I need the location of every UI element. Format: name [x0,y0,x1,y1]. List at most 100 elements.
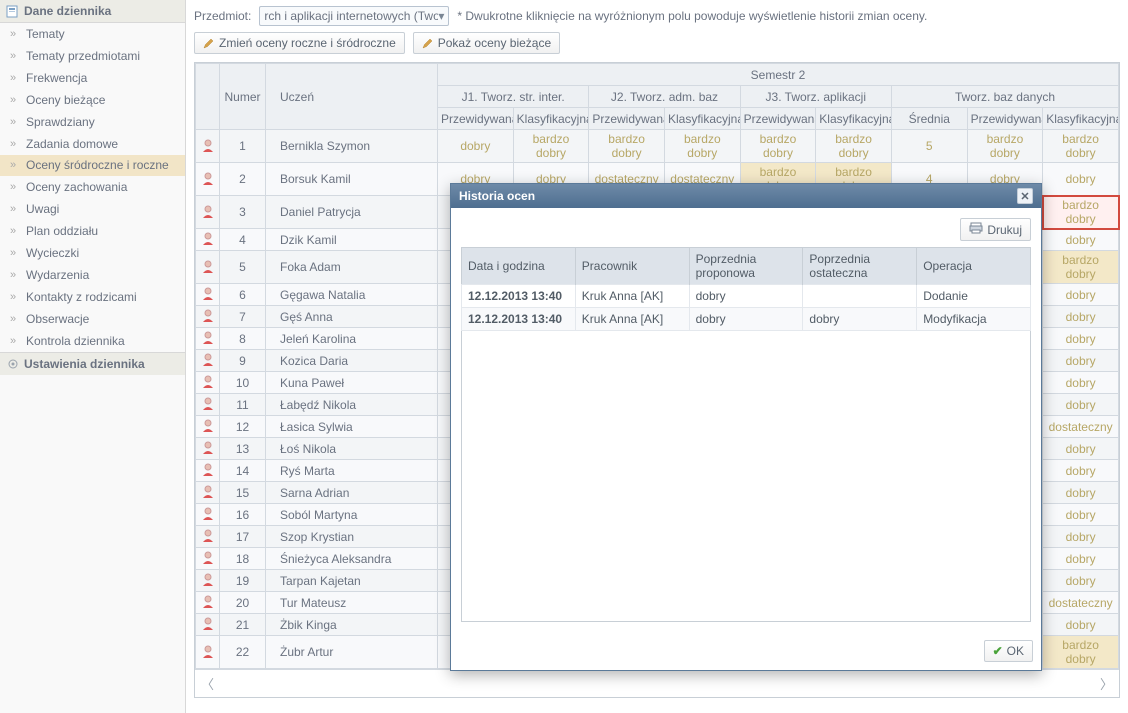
sidebar-item-11[interactable]: »Wydarzenia [0,264,185,286]
expand-icon: » [10,159,22,172]
grade-cell[interactable]: dobry [1043,394,1119,416]
history-col[interactable]: Pracownik [575,248,689,285]
grade-cell[interactable]: dobry [1043,372,1119,394]
show-current-grades-button[interactable]: Pokaż oceny bieżące [413,32,560,54]
col-numer[interactable]: Numer [220,64,266,130]
grade-cell[interactable]: bardzo dobry [589,130,665,163]
sidebar-item-0[interactable]: »Tematy [0,23,185,45]
user-icon-cell [196,284,220,306]
history-cell: dobry [689,308,803,331]
student-name: Soból Martyna [266,504,438,526]
grade-cell[interactable]: bardzo dobry [513,130,589,163]
horizontal-scrollbar[interactable]: 〈 〉 [195,669,1119,697]
expand-icon: » [10,50,22,62]
ok-button[interactable]: ✔ OK [984,640,1033,662]
print-button[interactable]: Drukuj [960,218,1031,241]
grade-cell[interactable]: dobry [1043,229,1119,251]
grade-cell[interactable]: dobry [1043,570,1119,592]
student-name: Łasica Sylwia [266,416,438,438]
grade-cell[interactable]: bardzo dobry [740,130,816,163]
sidebar-item-12[interactable]: »Kontakty z rodzicami [0,286,185,308]
col-klas[interactable]: Klasyfikacyjna [1043,108,1119,130]
grade-cell[interactable]: dobry [1043,306,1119,328]
sidebar-item-6[interactable]: »Oceny śródroczne i roczne [0,155,185,176]
change-grades-button[interactable]: Zmień oceny roczne i śródroczne [194,32,405,54]
subject-select[interactable]: rch i aplikacji internetowych (Tworz. ▾ [259,6,449,26]
col-przew[interactable]: Przewidywana [967,108,1043,130]
grade-cell[interactable]: bardzo dobry [1043,251,1119,284]
grade-cell[interactable]: dobry [1043,548,1119,570]
col-klas[interactable]: Klasyfikacyjna [513,108,589,130]
check-icon: ✔ [993,644,1003,658]
grade-cell[interactable]: dobry [1043,328,1119,350]
col-przew[interactable]: Przewidywana [740,108,816,130]
col-klas[interactable]: Klasyfikacyjna [816,108,892,130]
user-icon [201,138,215,152]
grade-cell[interactable]: dobry [1043,163,1119,196]
col-przew[interactable]: Przewidywana [589,108,665,130]
history-cell: Dodanie [917,285,1031,308]
sidebar-item-8[interactable]: »Uwagi [0,198,185,220]
col-przew[interactable]: Przewidywana [438,108,514,130]
sidebar-item-10[interactable]: »Wycieczki [0,242,185,264]
toolbar-row-1: Przedmiot: rch i aplikacji internetowych… [186,0,1128,30]
grade-cell[interactable]: bardzo dobry [1043,130,1119,163]
student-name: Śnieżyca Aleksandra [266,548,438,570]
sidebar-footer[interactable]: Ustawienia dziennika [0,352,185,375]
grade-cell[interactable]: bardzo dobry [967,130,1043,163]
grade-cell[interactable]: dobry [1043,350,1119,372]
col-klas[interactable]: Klasyfikacyjna [664,108,740,130]
scroll-right-icon[interactable]: 〉 [1100,674,1113,693]
grade-cell[interactable]: dobry [1043,614,1119,636]
modal-close-button[interactable]: ✕ [1017,188,1033,204]
sidebar-item-7[interactable]: »Oceny zachowania [0,176,185,198]
table-row[interactable]: 1Bernikla Szymondobrybardzo dobrybardzo … [196,130,1119,163]
grade-cell[interactable]: dobry [1043,504,1119,526]
grade-cell[interactable]: dobry [1043,460,1119,482]
user-icon [201,330,215,344]
user-icon-cell [196,306,220,328]
user-icon [201,171,215,185]
sidebar-item-5[interactable]: »Zadania domowe [0,133,185,155]
grade-cell[interactable]: dobry [1043,438,1119,460]
sidebar-item-4[interactable]: »Sprawdziany [0,111,185,133]
grade-cell[interactable]: dobry [1043,526,1119,548]
toolbar-row-2: Zmień oceny roczne i śródroczne Pokaż oc… [186,30,1128,62]
expand-icon: » [10,138,22,150]
history-col[interactable]: Poprzednia ostateczna [803,248,917,285]
user-icon-cell [196,504,220,526]
pencil-icon [203,37,215,49]
history-row[interactable]: 12.12.2013 13:40Kruk Anna [AK]dobryDodan… [462,285,1031,308]
history-col[interactable]: Poprzednia proponowa [689,248,803,285]
grade-cell[interactable]: 5 [891,130,967,163]
history-col[interactable]: Data i godzina [462,248,576,285]
grade-cell[interactable]: dobry [1043,482,1119,504]
scroll-left-icon[interactable]: 〈 [201,674,214,693]
sidebar-item-9[interactable]: »Plan oddziału [0,220,185,242]
col-srednia[interactable]: Średnia [891,108,967,130]
grade-cell[interactable]: bardzo dobry [1043,196,1119,229]
user-icon-cell [196,636,220,669]
grade-cell[interactable]: bardzo dobry [1043,636,1119,669]
user-icon-cell [196,229,220,251]
modal-titlebar[interactable]: Historia ocen ✕ [451,184,1041,208]
sidebar-item-1[interactable]: »Tematy przedmiotami [0,45,185,67]
grade-cell[interactable]: bardzo dobry [664,130,740,163]
history-row[interactable]: 12.12.2013 13:40Kruk Anna [AK]dobrydobry… [462,308,1031,331]
grade-cell[interactable]: dobry [1043,284,1119,306]
col-uczen[interactable]: Uczeń [266,64,438,130]
user-icon [201,286,215,300]
grade-cell[interactable]: dostateczny [1043,416,1119,438]
sidebar-item-2[interactable]: »Frekwencja [0,67,185,89]
user-icon [201,308,215,322]
sidebar-item-14[interactable]: »Kontrola dziennika [0,330,185,352]
grade-cell[interactable]: bardzo dobry [816,130,892,163]
sidebar-item-3[interactable]: »Oceny bieżące [0,89,185,111]
journal-icon [6,4,20,18]
grade-cell[interactable]: dostateczny [1043,592,1119,614]
grade-cell[interactable]: dobry [438,130,514,163]
expand-icon: » [10,335,22,347]
user-icon [201,352,215,366]
history-col[interactable]: Operacja [917,248,1031,285]
sidebar-item-13[interactable]: »Obserwacje [0,308,185,330]
